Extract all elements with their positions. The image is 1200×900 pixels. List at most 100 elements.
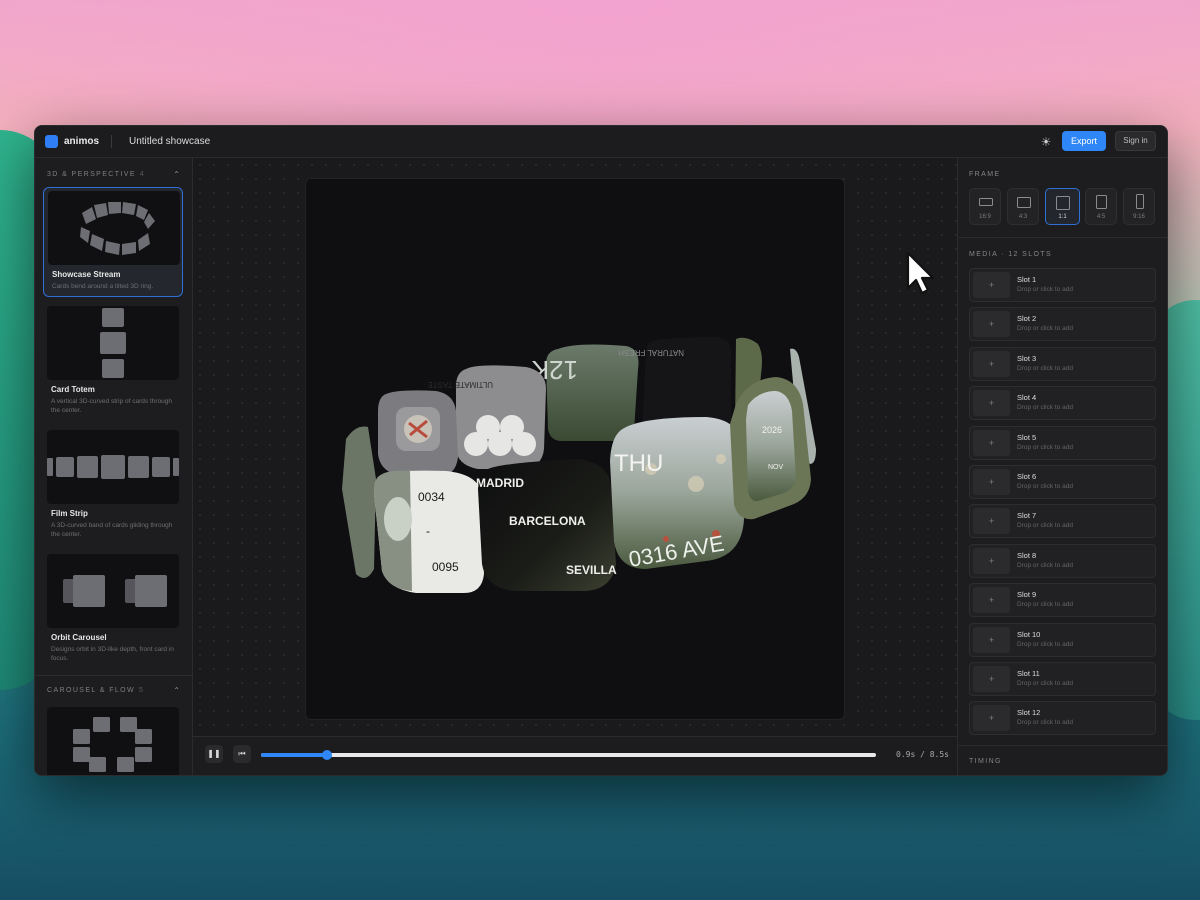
ratio-shape-icon [1056,196,1070,210]
section-header-3d[interactable]: 3D & PERSPECTIVE 4 [47,171,145,178]
section-title: CAROUSEL & FLOW [47,687,136,694]
ratio-shape-icon [1096,195,1107,209]
app-window: animos Untitled showcase ☀ Export Sign i… [34,125,1168,776]
ring-card-back-12k: 12K [531,344,639,441]
ratio-label: 9:16 [1133,214,1145,220]
template-description: Designs orbit in 3D-like depth, front ca… [51,646,174,662]
card-text-natural: NATURAL FRESH [618,348,684,357]
section-title: 3D & PERSPECTIVE [47,171,136,178]
template-card-film-strip[interactable]: Film Strip A 3D-curved band of cards gli… [43,427,183,545]
app-name: animos [64,136,100,147]
card-text-taste: ULTIMATE TASTE [427,380,493,389]
plus-icon[interactable]: + [973,626,1010,653]
media-slot[interactable]: + Slot 3 Drop or click to add [969,346,1156,381]
slot-hint: Drop or click to add [1017,443,1073,451]
timeline-progress [261,753,328,757]
mouse-pointer-icon [906,251,935,295]
media-slot[interactable]: + Slot 9 Drop or click to add [969,583,1156,618]
card-text-number-b: 0095 [432,560,459,574]
template-card-orbit-carousel[interactable]: Orbit Carousel Designs orbit in 3D-like … [43,551,183,669]
timing-section-title: TIMING [969,758,1002,765]
document-title[interactable]: Untitled showcase [129,136,210,147]
plus-icon[interactable]: + [973,547,1010,574]
plus-icon[interactable]: + [973,272,1010,298]
ratio-label: 1:1 [1058,214,1067,220]
ring-card-cities: MADRID BARCELONA SEVILLA [476,459,617,591]
playback-bar: ❚❚ ⏮ 0.9s / 8.5s [193,736,957,775]
media-slot[interactable]: + Slot 8 Drop or click to add [969,543,1156,578]
card-text-barcelona: BARCELONA [509,514,586,528]
slot-name: Slot 1 [1017,275,1037,284]
card-text-year: 2026 [762,425,782,435]
export-button[interactable]: Export [1062,131,1106,151]
slot-name: Slot 3 [1017,353,1037,363]
card-text-number-a: 0034 [418,490,445,504]
media-slot[interactable]: + Slot 11 Drop or click to add [969,662,1156,696]
template-title: Card Totem [51,385,95,394]
template-description: A vertical 3D-curved strip of cards thro… [51,398,173,414]
slot-name: Slot 5 [1017,432,1037,442]
slot-name: Slot 9 [1017,590,1037,600]
plus-icon[interactable]: + [973,311,1010,338]
skip-back-icon[interactable]: ⏮ [233,745,251,763]
ring-card-numbers: 0034 - 0095 [374,470,484,593]
aspect-ratio-4-3[interactable]: 4:3 [1007,188,1039,225]
plus-icon[interactable]: + [973,429,1010,456]
divider [958,745,1167,746]
ratio-label: 16:9 [979,214,991,220]
preview-canvas[interactable]: 12K NATURAL FRESH ULTIMATE TASTE 0034 - … [305,178,845,720]
aspect-ratio-16-9[interactable]: 16:9 [969,188,1001,225]
slot-hint: Drop or click to add [1017,680,1073,687]
ring-card-date: 2026 NOV [730,377,811,520]
plus-icon[interactable]: + [973,469,1010,495]
pause-icon[interactable]: ❚❚ [205,745,223,763]
media-slot[interactable]: + Slot 5 Drop or click to add [969,425,1156,460]
frame-section-title: FRAME [969,171,1001,178]
media-slot[interactable]: + Slot 12 Drop or click to add [969,701,1156,736]
media-slot[interactable]: + Slot 1 Drop or click to add [969,268,1156,302]
template-card-carousel[interactable] [43,704,183,775]
template-card-showcase-stream[interactable]: Showcase Stream Cards bend around a tilt… [43,187,183,297]
section-header-carousel[interactable]: CAROUSEL & FLOW 5 [47,687,144,694]
ratio-label: 4:3 [1018,214,1028,220]
template-thumbnail [47,707,179,775]
sun-icon[interactable]: ☀ [1039,135,1053,149]
ring-card-back-clock [378,390,458,477]
section-count: 4 [139,171,146,178]
template-thumbnail [47,430,179,504]
plus-icon[interactable]: + [973,666,1010,692]
stage-area: 12K NATURAL FRESH ULTIMATE TASTE 0034 - … [193,158,957,775]
plus-icon[interactable]: + [973,705,1010,732]
timeline-handle[interactable] [322,750,333,760]
slot-name: Slot 2 [1017,314,1037,324]
template-description: A 3D-curved band of cards gliding throug… [51,522,173,538]
template-thumbnail [48,191,180,265]
slot-name: Slot 10 [1017,629,1041,639]
slot-hint: Drop or click to add [1017,483,1073,490]
chevron-up-icon[interactable]: ⌃ [173,170,180,179]
media-slot[interactable]: + Slot 6 Drop or click to add [969,465,1156,499]
aspect-ratio-4-5[interactable]: 4:5 [1085,188,1117,225]
template-thumbnail [47,306,179,380]
chevron-up-icon[interactable]: ⌃ [173,686,180,695]
plus-icon[interactable]: + [973,350,1010,377]
plus-icon[interactable]: + [973,390,1010,417]
plus-icon[interactable]: + [973,508,1010,535]
aspect-ratio-9-16[interactable]: 9:16 [1123,188,1155,225]
media-slot[interactable]: + Slot 2 Drop or click to add [969,307,1156,342]
template-card-card-totem[interactable]: Card Totem A vertical 3D-curved strip of… [43,303,183,421]
aspect-ratio-1-1[interactable]: 1:1 [1045,188,1080,225]
media-slot[interactable]: + Slot 10 Drop or click to add [969,622,1156,657]
media-slot[interactable]: + Slot 4 Drop or click to add [969,386,1156,421]
slot-name: Slot 7 [1017,511,1037,521]
slot-name: Slot 12 [1017,708,1041,718]
sign-in-button[interactable]: Sign in [1115,131,1156,151]
slot-name: Slot 8 [1017,550,1037,560]
plus-icon[interactable]: + [973,587,1010,614]
template-sidebar: 3D & PERSPECTIVE 4 ⌃ Showcase Stream Car… [35,158,193,775]
section-count: 5 [139,687,145,694]
timeline-scrubber[interactable] [261,750,876,760]
slot-name: Slot 4 [1017,393,1037,403]
media-slot[interactable]: + Slot 7 Drop or click to add [969,504,1156,539]
media-section-title: MEDIA · 12 SLOTS [969,251,1053,258]
